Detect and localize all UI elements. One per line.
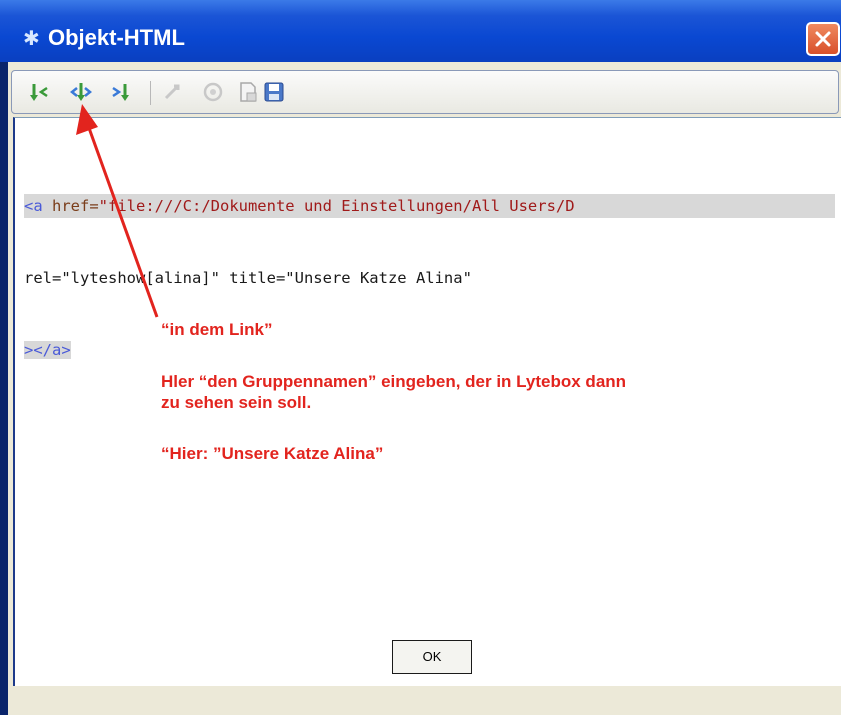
annotation-arrow-icon [76, 104, 159, 318]
dialog-window: ✱ Objekt-HTML <a href="file:///C:/Dokume… [0, 0, 841, 715]
